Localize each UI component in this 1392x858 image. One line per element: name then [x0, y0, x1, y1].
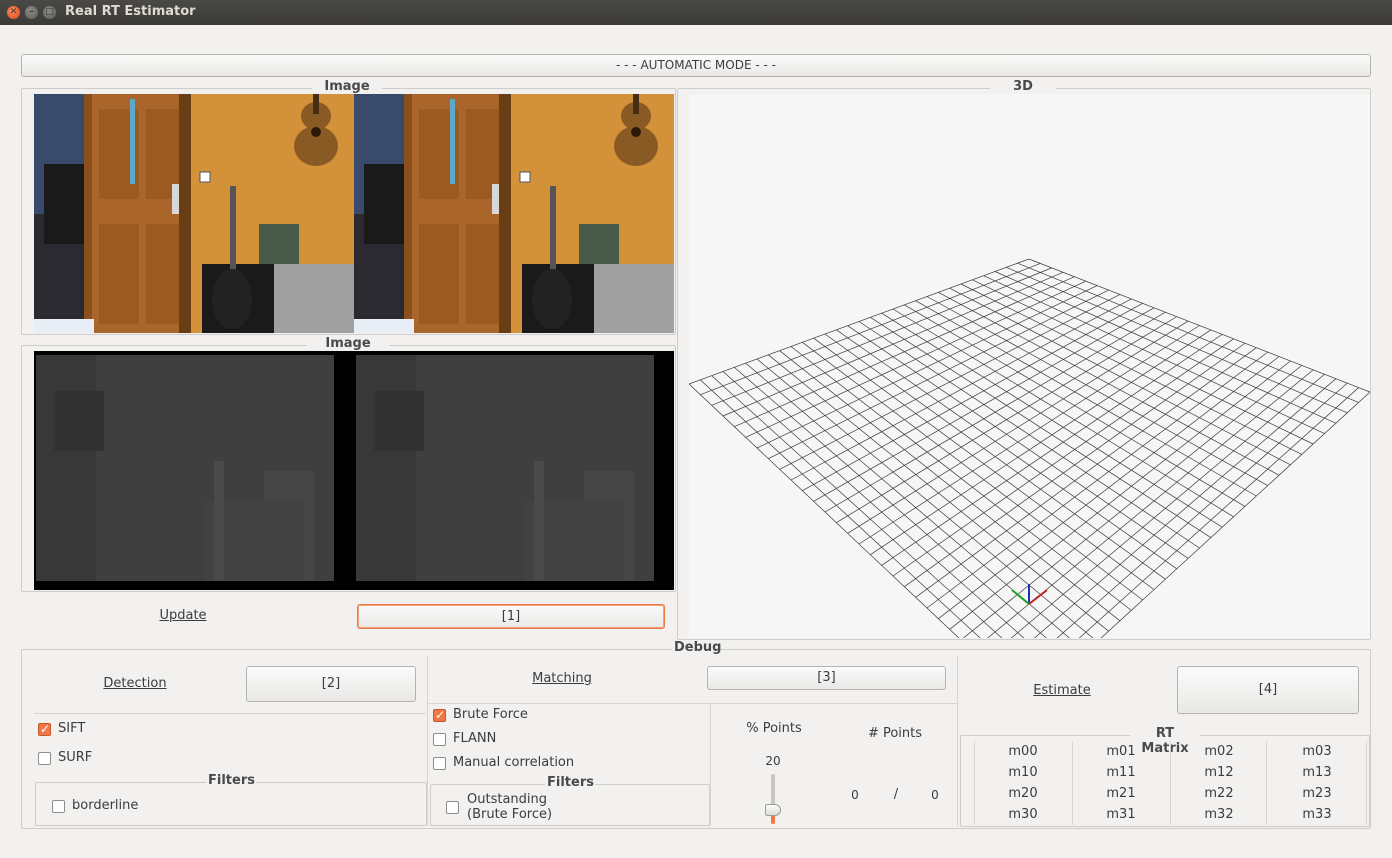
- outstanding-checkbox[interactable]: [446, 801, 459, 814]
- flann-label: FLANN: [453, 731, 497, 746]
- matrix-cell-m21: m21: [1106, 786, 1136, 801]
- window-titlebar: ✕ – □ Real RT Estimator: [0, 0, 1392, 25]
- automatic-mode-button[interactable]: - - - AUTOMATIC MODE - - -: [21, 54, 1371, 77]
- borderline-checkbox[interactable]: [52, 800, 65, 813]
- 3d-viewer-canvas[interactable]: [689, 94, 1370, 638]
- outstanding-label: Outstanding: [467, 792, 547, 807]
- points-divider: [710, 704, 711, 826]
- debug-divider-2: [957, 656, 958, 826]
- num-points-right: 0: [931, 788, 939, 802]
- estimate-button[interactable]: [4]: [1177, 666, 1359, 714]
- sift-label: SIFT: [58, 721, 86, 736]
- update-button[interactable]: [1]: [357, 604, 665, 629]
- update-label[interactable]: Update: [150, 608, 216, 623]
- matching-label[interactable]: Matching: [526, 671, 598, 686]
- manual-correlation-checkbox[interactable]: [433, 757, 446, 770]
- matrix-cell-m02: m02: [1204, 744, 1234, 759]
- pct-points-slider[interactable]: [765, 774, 781, 824]
- matrix-line-4: [1366, 741, 1367, 825]
- num-points-label: # Points: [867, 726, 923, 741]
- matrix-cell-m12: m12: [1204, 765, 1234, 780]
- manual-correlation-label: Manual correlation: [453, 755, 575, 770]
- surf-label: SURF: [58, 750, 93, 765]
- debug-divider-1: [427, 656, 428, 826]
- matrix-cell-m23: m23: [1302, 786, 1332, 801]
- matrix-cell-m32: m32: [1204, 807, 1234, 822]
- brute-force-checkbox[interactable]: [433, 708, 446, 722]
- matrix-cell-m01: m01: [1106, 744, 1136, 759]
- matching-filters-title: Filters: [545, 775, 595, 790]
- pct-points-value: 20: [765, 754, 781, 768]
- minimize-icon[interactable]: –: [25, 6, 38, 19]
- detection-filters-title: Filters: [206, 773, 256, 788]
- detection-button[interactable]: [2]: [246, 666, 416, 702]
- matrix-cell-m33: m33: [1302, 807, 1332, 822]
- matrix-cell-m03: m03: [1302, 744, 1332, 759]
- rgb-image: [34, 94, 674, 333]
- maximize-icon[interactable]: □: [43, 6, 56, 19]
- pct-points-label: % Points: [746, 721, 802, 736]
- close-icon[interactable]: ✕: [7, 6, 20, 19]
- matrix-cell-m20: m20: [1008, 786, 1038, 801]
- matching-separator: [428, 703, 957, 704]
- sift-checkbox[interactable]: [38, 722, 51, 736]
- matching-button[interactable]: [3]: [707, 666, 946, 690]
- matrix-cell-m22: m22: [1204, 786, 1234, 801]
- surf-checkbox[interactable]: [38, 752, 51, 765]
- borderline-label: borderline: [72, 798, 139, 813]
- num-points-left: 0: [851, 788, 859, 802]
- flann-checkbox[interactable]: [433, 733, 446, 746]
- window-title: Real RT Estimator: [65, 4, 196, 19]
- estimate-label[interactable]: Estimate: [1030, 683, 1094, 698]
- matrix-cell-m30: m30: [1008, 807, 1038, 822]
- num-points-separator: /: [893, 787, 899, 802]
- brute-force-label: Brute Force: [453, 707, 528, 722]
- detection-label[interactable]: Detection: [96, 676, 174, 691]
- matrix-cell-m10: m10: [1008, 765, 1038, 780]
- matrix-cell-m00: m00: [1008, 744, 1038, 759]
- slider-handle[interactable]: [765, 804, 781, 816]
- debug-title: Debug: [672, 640, 722, 655]
- detection-separator: [34, 713, 426, 714]
- matrix-cell-m13: m13: [1302, 765, 1332, 780]
- outstanding-sublabel: (Brute Force): [467, 807, 553, 822]
- depth-image: [34, 351, 674, 590]
- matrix-cell-m31: m31: [1106, 807, 1136, 822]
- rt-matrix-grid: m00 m01 m02 m03 m10 m11 m12 m13 m20 m21 …: [974, 741, 1368, 825]
- matrix-cell-m11: m11: [1106, 765, 1136, 780]
